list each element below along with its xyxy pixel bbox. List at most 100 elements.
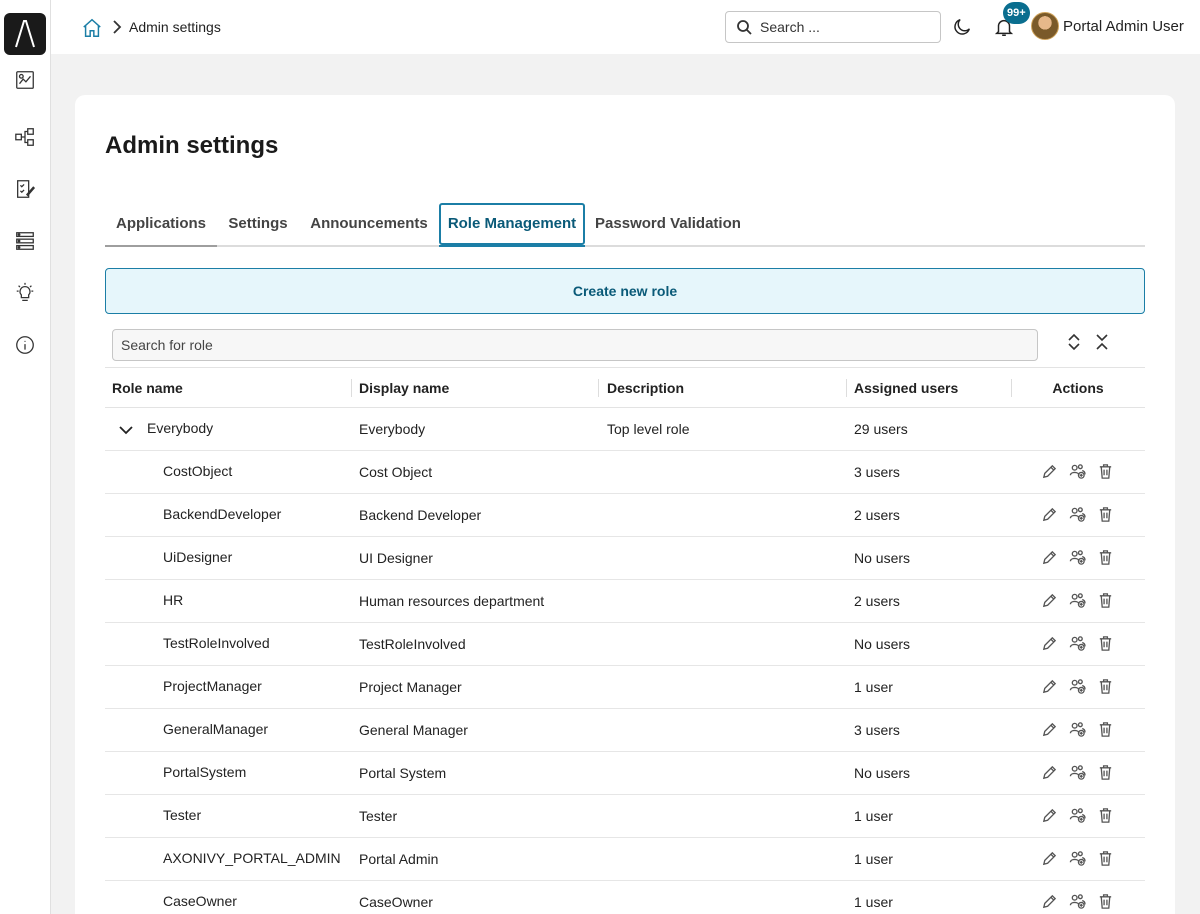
top-bar: Admin settings Search ... 99+ Portal Adm… [51,0,1200,54]
display-name: CaseOwner [359,894,433,910]
role-name: UiDesigner [163,549,233,565]
role-name: ProjectManager [163,678,262,694]
avatar[interactable] [1031,12,1059,40]
tab-password-validation[interactable]: Password Validation [585,203,751,247]
assigned-users: 2 users [854,593,900,609]
display-name: Cost Object [359,464,433,480]
column-header-actions: Actions [1052,380,1104,396]
assigned-users: 1 user [854,679,893,695]
role-name: Tester [163,807,202,823]
role-name: PortalSystem [163,764,247,780]
edit-icon[interactable] [1041,764,1059,782]
delete-icon[interactable] [1097,807,1115,825]
assign-users-icon[interactable] [1069,506,1087,524]
edit-icon[interactable] [1041,506,1059,524]
assigned-users: 1 user [854,894,893,910]
edit-icon[interactable] [1041,807,1059,825]
chevron-down-icon[interactable] [117,421,135,439]
assign-users-icon[interactable] [1069,635,1087,653]
table-row[interactable]: HR Human resources department 2 users [105,580,1145,623]
create-new-role-button[interactable]: Create new role [105,268,1145,314]
assigned-users: No users [854,550,911,566]
role-name: CaseOwner [163,893,237,909]
column-header-role-name[interactable]: Role name [112,379,352,397]
assign-users-icon[interactable] [1069,678,1087,696]
user-name[interactable]: Portal Admin User [1063,18,1184,35]
delete-icon[interactable] [1097,549,1115,567]
edit-icon[interactable] [1041,850,1059,868]
process-icon[interactable] [12,124,38,150]
role-name: TestRoleInvolved [163,635,270,651]
assign-users-icon[interactable] [1069,592,1087,610]
breadcrumb[interactable]: Admin settings [129,19,221,35]
assigned-users: 1 user [854,851,893,867]
dashboard-icon[interactable] [12,67,38,93]
column-header-display-name[interactable]: Display name [359,379,599,397]
tab-role-management[interactable]: Role Management [439,203,585,247]
edit-icon[interactable] [1041,463,1059,481]
delete-icon[interactable] [1097,850,1115,868]
table-row[interactable]: Tester Tester 1 user [105,795,1145,838]
assign-users-icon[interactable] [1069,721,1087,739]
role-search-input[interactable] [112,329,1038,361]
role-name: BackendDeveloper [163,506,282,522]
display-name: Tester [359,808,398,824]
table-row[interactable]: BackendDeveloper Backend Developer 2 users [105,494,1145,537]
display-name: UI Designer [359,550,433,566]
edit-icon[interactable] [1041,893,1059,911]
delete-icon[interactable] [1097,678,1115,696]
table-row[interactable]: CaseOwner CaseOwner 1 user [105,881,1145,914]
delete-icon[interactable] [1097,463,1115,481]
tab-settings[interactable]: Settings [217,203,299,247]
role-name: Everybody [147,420,214,436]
edit-icon[interactable] [1041,592,1059,610]
tab-announcements[interactable]: Announcements [299,203,439,247]
tab-applications[interactable]: Applications [105,203,217,247]
table-row[interactable]: Everybody Everybody Top level role 29 users [105,408,1145,451]
sidebar [0,0,51,914]
delete-icon[interactable] [1097,893,1115,911]
expand-all-icon[interactable] [1065,333,1083,351]
task-icon[interactable] [12,176,38,202]
assign-users-icon[interactable] [1069,850,1087,868]
table-row[interactable]: PortalSystem Portal System No users [105,752,1145,795]
idea-icon[interactable] [12,280,38,306]
display-name: Project Manager [359,679,462,695]
table-row[interactable]: ProjectManager Project Manager 1 user [105,666,1145,709]
assigned-users: 3 users [854,722,900,738]
delete-icon[interactable] [1097,721,1115,739]
case-list-icon[interactable] [12,228,38,254]
role-name: GeneralManager [163,721,269,737]
assign-users-icon[interactable] [1069,807,1087,825]
display-name: Everybody [359,421,426,437]
assign-users-icon[interactable] [1069,893,1087,911]
table-row[interactable]: TestRoleInvolved TestRoleInvolved No users [105,623,1145,666]
info-icon[interactable] [12,332,38,358]
collapse-all-icon[interactable] [1093,333,1111,351]
delete-icon[interactable] [1097,592,1115,610]
assigned-users: 2 users [854,507,900,523]
assign-users-icon[interactable] [1069,549,1087,567]
edit-icon[interactable] [1041,678,1059,696]
role-filter-row [105,323,1145,368]
edit-icon[interactable] [1041,635,1059,653]
delete-icon[interactable] [1097,635,1115,653]
edit-icon[interactable] [1041,549,1059,567]
table-row[interactable]: GeneralManager General Manager 3 users [105,709,1145,752]
chevron-right-icon [110,19,124,35]
assign-users-icon[interactable] [1069,463,1087,481]
table-row[interactable]: UiDesigner UI Designer No users [105,537,1145,580]
delete-icon[interactable] [1097,764,1115,782]
role-name: HR [163,592,184,608]
app-logo[interactable] [4,13,46,55]
column-header-assigned-users[interactable]: Assigned users [854,379,1012,397]
column-header-description[interactable]: Description [607,379,847,397]
dark-mode-toggle-icon[interactable] [951,16,973,38]
home-icon[interactable] [81,17,103,39]
global-search-input[interactable]: Search ... [725,11,941,43]
table-row[interactable]: CostObject Cost Object 3 users [105,451,1145,494]
table-row[interactable]: AXONIVY_PORTAL_ADMIN Portal Admin 1 user [105,838,1145,881]
edit-icon[interactable] [1041,721,1059,739]
assign-users-icon[interactable] [1069,764,1087,782]
delete-icon[interactable] [1097,506,1115,524]
